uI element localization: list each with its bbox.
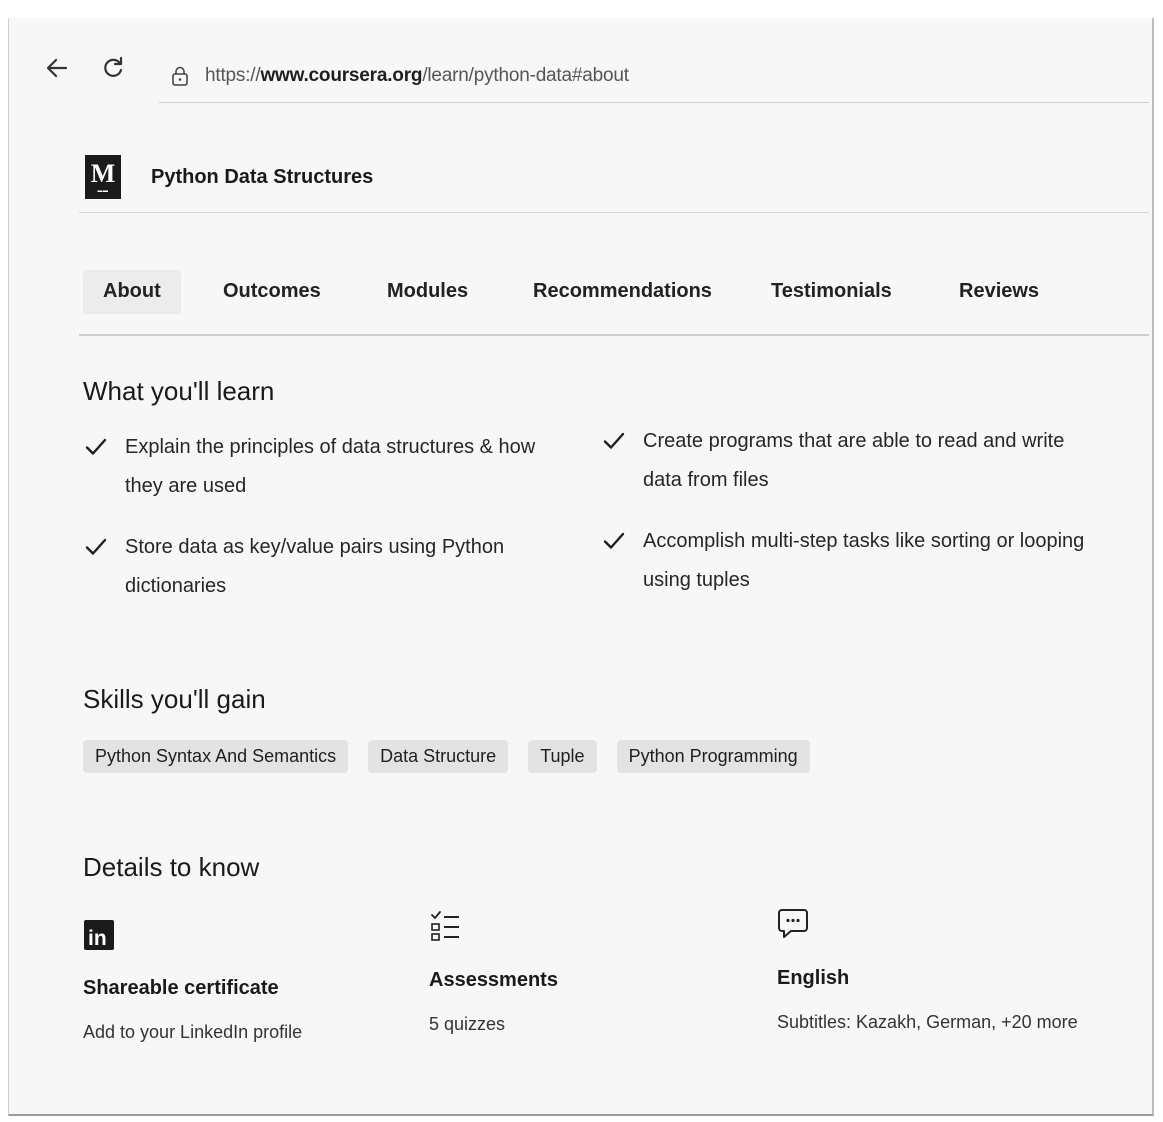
skills-list: Python Syntax And Semantics Data Structu… <box>83 740 810 773</box>
detail-assessments: Assessments 5 quizzes <box>429 908 558 1035</box>
course-header: M ▬▬ Python Data Structures <box>79 142 1149 213</box>
url-text: https://www.coursera.org/learn/python-da… <box>205 65 629 87</box>
learn-item: Explain the principles of data structure… <box>83 428 573 506</box>
address-bar[interactable]: https://www.coursera.org/learn/python-da… <box>159 50 1149 103</box>
details-heading: Details to know <box>83 852 260 882</box>
detail-subtitle: Subtitles: Kazakh, German, +20 more <box>777 1012 1078 1032</box>
skills-heading: Skills you'll gain <box>83 684 266 714</box>
detail-title: English <box>777 967 850 989</box>
tab-testimonials[interactable]: Testimonials <box>751 280 912 323</box>
lock-icon <box>172 66 188 86</box>
learn-item-text: Store data as key/value pairs using Pyth… <box>125 536 505 597</box>
learn-item: Create programs that are able to read an… <box>601 422 1091 500</box>
detail-title: Assessments <box>429 969 558 991</box>
checkmark-icon <box>603 432 625 449</box>
tab-reviews[interactable]: Reviews <box>939 280 1059 323</box>
chat-bubble-icon <box>778 909 808 938</box>
url-scheme: https:// <box>205 65 261 86</box>
checkmark-icon <box>603 532 625 549</box>
course-title: Python Data Structures <box>151 165 374 188</box>
reload-icon[interactable] <box>93 48 133 88</box>
tab-modules[interactable]: Modules <box>367 280 488 323</box>
browser-window: https://www.coursera.org/learn/python-da… <box>8 18 1154 1116</box>
checkmark-icon <box>85 438 107 455</box>
learn-item-text: Accomplish multi-step tasks like sorting… <box>643 530 1085 591</box>
url-path: /learn/python-data#about <box>422 65 629 86</box>
detail-title: Shareable certificate <box>83 977 279 999</box>
checkmark-icon <box>85 538 107 555</box>
skill-tag[interactable]: Tuple <box>528 740 597 773</box>
learn-item-text: Explain the principles of data structure… <box>125 436 536 497</box>
back-arrow-icon[interactable] <box>37 48 77 88</box>
detail-certificate: in Shareable certificate Add to your Lin… <box>83 916 302 1043</box>
skill-tag[interactable]: Python Syntax And Semantics <box>83 740 349 773</box>
checklist-icon <box>431 911 459 941</box>
skill-tag[interactable]: Data Structure <box>368 740 509 773</box>
linkedin-icon: in <box>84 920 114 950</box>
learn-heading: What you'll learn <box>83 376 275 406</box>
detail-subtitle: 5 quizzes <box>429 1014 506 1034</box>
learn-item: Store data as key/value pairs using Pyth… <box>83 528 573 606</box>
learn-item-text: Create programs that are able to read an… <box>643 430 1065 491</box>
detail-language: English Subtitles: Kazakh, German, +20 m… <box>777 906 1078 1033</box>
browser-toolbar: https://www.coursera.org/learn/python-da… <box>9 48 1149 108</box>
tab-outcomes[interactable]: Outcomes <box>203 280 341 323</box>
svg-text:in: in <box>88 927 107 950</box>
skill-tag[interactable]: Python Programming <box>616 740 810 773</box>
tab-about[interactable]: About <box>83 270 181 314</box>
tab-recommendations[interactable]: Recommendations <box>513 280 732 323</box>
url-host: www.coursera.org <box>260 65 423 86</box>
detail-subtitle: Add to your LinkedIn profile <box>83 1022 303 1042</box>
logo-mark: ▬▬ <box>97 187 109 194</box>
learn-item: Accomplish multi-step tasks like sorting… <box>601 522 1091 600</box>
section-tabs: About Outcomes Modules Recommendations T… <box>79 258 1149 336</box>
university-logo[interactable]: M ▬▬ <box>85 155 121 199</box>
logo-letter: M <box>90 158 116 188</box>
